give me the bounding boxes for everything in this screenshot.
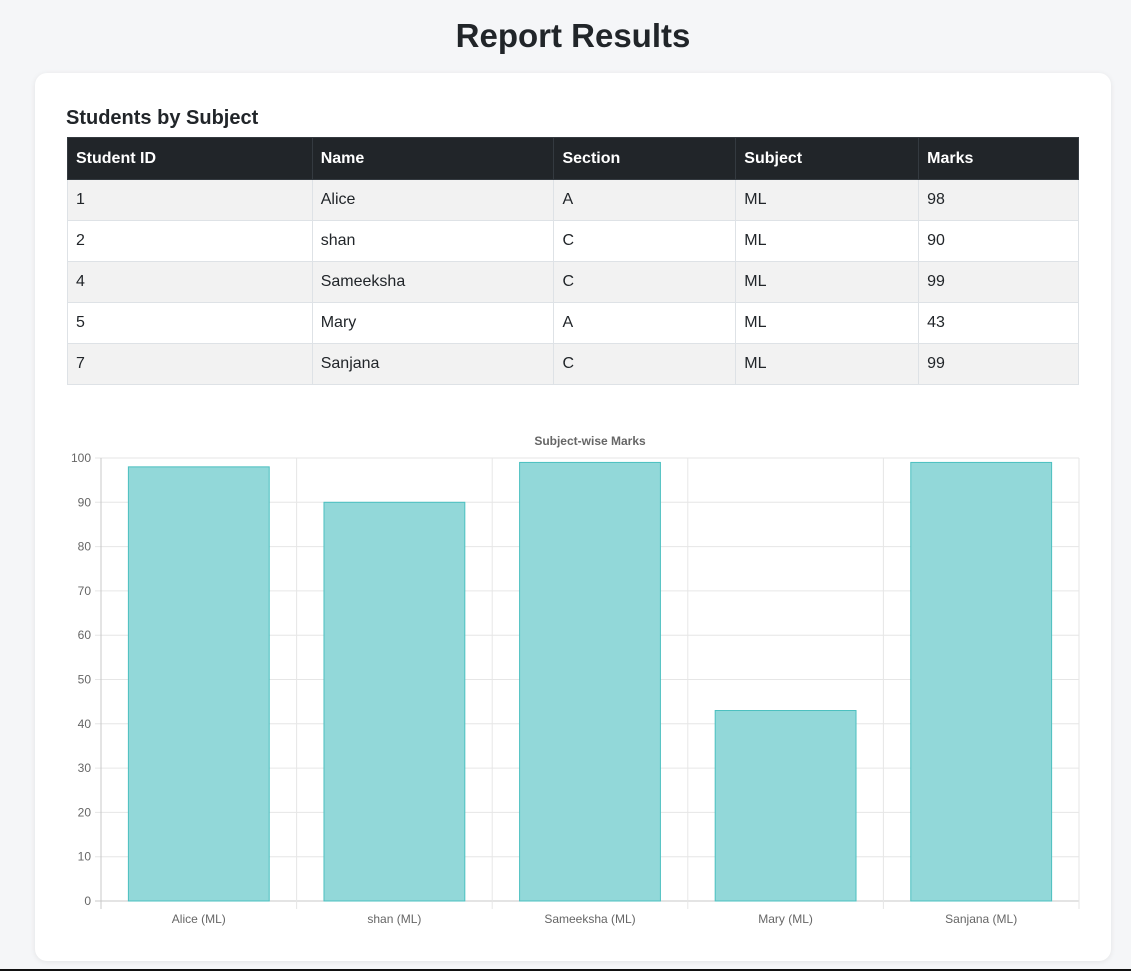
bar bbox=[127, 466, 270, 902]
bar bbox=[714, 710, 857, 902]
cell-section: A bbox=[553, 302, 737, 344]
bar bbox=[910, 461, 1053, 902]
y-tick-label: 30 bbox=[78, 761, 92, 775]
cell-marks: 43 bbox=[918, 302, 1079, 344]
cell-section: C bbox=[553, 261, 737, 303]
cell-student-id: 4 bbox=[67, 261, 313, 303]
column-header-name: Name bbox=[311, 137, 555, 180]
column-header-marks: Marks bbox=[918, 137, 1079, 180]
cell-section: C bbox=[553, 343, 737, 385]
report-card: Students by Subject Student ID Name Sect… bbox=[35, 73, 1111, 961]
cell-name: Sanjana bbox=[311, 343, 555, 385]
cell-name: Alice bbox=[311, 179, 555, 221]
cell-marks: 90 bbox=[918, 220, 1079, 262]
y-tick-label: 50 bbox=[78, 673, 92, 687]
y-tick-label: 10 bbox=[78, 850, 92, 864]
y-tick-label: 70 bbox=[78, 584, 92, 598]
bar bbox=[323, 501, 466, 902]
y-tick-label: 90 bbox=[78, 495, 92, 509]
column-header-student-id: Student ID bbox=[67, 137, 313, 180]
marks-bar-chart: Subject-wise Marks 0 10 20 30 40 50 60 70 80 90 100… bbox=[71, 434, 1080, 926]
cell-marks: 99 bbox=[918, 261, 1079, 303]
section-heading: Students by Subject bbox=[66, 107, 259, 129]
cell-marks: 99 bbox=[918, 343, 1079, 385]
y-tick-label: 40 bbox=[78, 717, 92, 731]
table-row: 5 Mary A ML 43 bbox=[67, 302, 1079, 344]
cell-section: A bbox=[553, 179, 737, 221]
y-tick-label: 0 bbox=[84, 894, 91, 908]
cell-subject: ML bbox=[735, 179, 920, 221]
x-tick-label: Mary (ML) bbox=[758, 912, 813, 926]
cell-student-id: 2 bbox=[67, 220, 313, 262]
students-table: Student ID Name Section Subject Marks 1 … bbox=[67, 137, 1079, 385]
marks-chart: Subject-wise Marks 0 10 20 30 40 50 60 70 80 90 100… bbox=[35, 423, 1111, 943]
bar bbox=[519, 461, 661, 902]
cell-name: shan bbox=[311, 220, 555, 262]
table-row: 2 shan C ML 90 bbox=[67, 220, 1079, 262]
cell-name: Mary bbox=[311, 302, 555, 344]
x-tick-label: Sanjana (ML) bbox=[945, 912, 1017, 926]
table-header-row: Student ID Name Section Subject Marks bbox=[67, 137, 1079, 180]
y-tick-label: 80 bbox=[78, 540, 92, 554]
column-header-section: Section bbox=[553, 137, 737, 180]
y-tick-label: 100 bbox=[71, 451, 91, 465]
x-tick-label: Alice (ML) bbox=[172, 912, 226, 926]
x-tick-label: shan (ML) bbox=[367, 912, 421, 926]
cell-name: Sameeksha bbox=[311, 261, 555, 303]
cell-subject: ML bbox=[735, 261, 920, 303]
cell-section: C bbox=[553, 220, 737, 262]
cell-student-id: 5 bbox=[67, 302, 313, 344]
table-row: 1 Alice A ML 98 bbox=[67, 179, 1079, 221]
x-tick-label: Sameeksha (ML) bbox=[544, 912, 635, 926]
y-tick-label: 60 bbox=[78, 628, 92, 642]
table-row: 7 Sanjana C ML 99 bbox=[67, 343, 1079, 385]
cell-student-id: 7 bbox=[67, 343, 313, 385]
cell-student-id: 1 bbox=[67, 179, 313, 221]
y-tick-label: 20 bbox=[78, 805, 92, 819]
cell-subject: ML bbox=[735, 220, 920, 262]
column-header-subject: Subject bbox=[735, 137, 920, 180]
page-title: Report Results bbox=[455, 17, 691, 54]
chart-title: Subject-wise Marks bbox=[534, 434, 646, 448]
table-row: 4 Sameeksha C ML 99 bbox=[67, 261, 1079, 303]
cell-subject: ML bbox=[735, 343, 920, 385]
cell-marks: 98 bbox=[918, 179, 1079, 221]
cell-subject: ML bbox=[735, 302, 920, 344]
